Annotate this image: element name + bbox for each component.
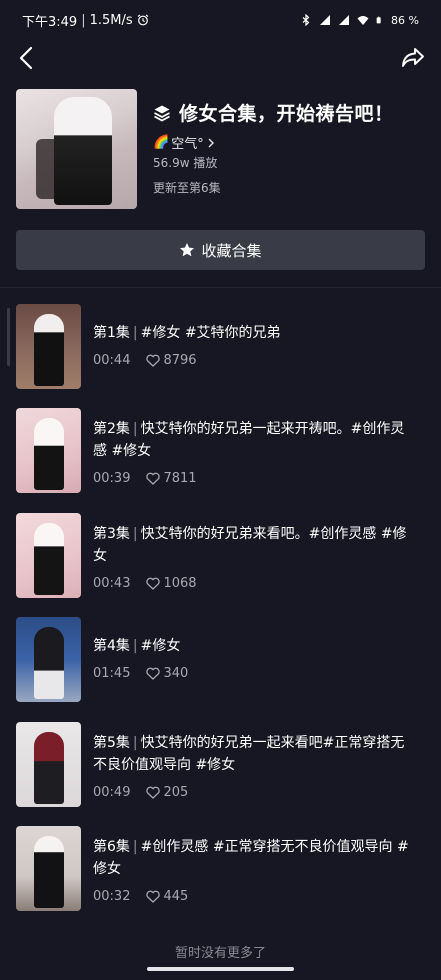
episode-title: 第6集 | #创作灵感 #正常穿搭无不良价值观导向 #修女 (93, 839, 409, 877)
episode-item[interactable]: 第6集 | #创作灵感 #正常穿搭无不良价值观导向 #修女 00:32 445 (16, 826, 416, 912)
episode-duration: 00:49 (93, 785, 131, 800)
episode-title: 第1集 | #修女 #艾特你的兄弟 (93, 325, 281, 341)
episode-duration: 00:39 (93, 471, 131, 486)
episode-meta: 00:43 1068 (93, 576, 197, 591)
share-icon (402, 48, 424, 67)
episode-meta: 00:32 445 (93, 889, 188, 904)
layers-icon (154, 105, 170, 122)
update-status: 更新至第6集 (153, 181, 221, 195)
status-right: 86 % (300, 14, 419, 27)
episode-likes: 8796 (146, 353, 197, 368)
signal-icon (320, 15, 331, 25)
status-time: 下午3:49 (22, 14, 78, 30)
heart-icon (146, 890, 161, 903)
collection-header: 修女合集，开始祷告吧！ 🌈 空气° 56.9w 播放 更新至第6集 (16, 89, 425, 209)
episode-title: 第2集 | 快艾特你的好兄弟一起来开祷吧。#创作灵感 #修女 (93, 421, 405, 459)
episode-duration: 00:32 (93, 889, 131, 904)
collection-cover[interactable] (16, 89, 137, 209)
collection-title: 修女合集，开始祷告吧！ (179, 103, 394, 125)
author-name: 空气° (171, 137, 204, 152)
episode-likes: 445 (146, 889, 188, 904)
episode-meta: 00:44 8796 (93, 353, 197, 368)
heart-icon (146, 577, 161, 590)
no-more-text: 暂时没有更多了 (174, 946, 266, 961)
episode-thumbnail (16, 408, 81, 493)
episode-thumbnail (16, 513, 81, 598)
status-left: 下午3:49 | 1.5M/s (22, 11, 149, 30)
episode-thumbnail (16, 304, 81, 389)
heart-icon (146, 354, 161, 367)
signal-icon-2 (339, 15, 350, 25)
episode-item[interactable]: 第5集 | 快艾特你的好兄弟一起来看吧#正常穿搭无不良价值观导向 #修女 00:49… (16, 722, 416, 808)
episode-likes: 340 (146, 666, 188, 681)
star-icon (180, 243, 195, 257)
episode-title: 第5集 | 快艾特你的好兄弟一起来看吧#正常穿搭无不良价值观导向 #修女 (93, 735, 405, 773)
episode-item[interactable]: 第4集 | #修女 01:45 340 (16, 617, 416, 703)
battery-icon (376, 16, 381, 24)
status-bar: 下午3:49 | 1.5M/s 86 % (0, 0, 441, 40)
heart-icon (146, 667, 161, 680)
chevron-right-icon (208, 138, 214, 147)
episode-meta: 01:45 340 (93, 666, 188, 681)
episode-duration: 01:45 (93, 666, 131, 681)
episode-thumbnail (16, 617, 81, 702)
author-link[interactable]: 🌈 空气° (153, 133, 216, 152)
back-button[interactable] (14, 44, 38, 72)
episode-item[interactable]: 第1集 | #修女 #艾特你的兄弟 00:44 8796 (16, 304, 416, 390)
heart-icon (146, 786, 161, 799)
alarm-icon (137, 14, 148, 26)
author-emoji: 🌈 (153, 135, 170, 150)
episode-meta: 00:49 205 (93, 785, 188, 800)
episode-thumbnail (16, 722, 81, 807)
episode-thumbnail (16, 826, 81, 911)
play-count: 56.9w 播放 (153, 156, 218, 170)
divider (0, 287, 441, 288)
episode-likes: 1068 (146, 576, 197, 591)
home-indicator[interactable] (147, 967, 294, 971)
episode-likes: 205 (146, 785, 188, 800)
collect-button[interactable]: 收藏合集 (16, 230, 425, 270)
episode-duration: 00:44 (93, 353, 131, 368)
episode-meta: 00:39 7811 (93, 471, 197, 486)
episode-duration: 00:43 (93, 576, 131, 591)
wifi-icon (357, 16, 369, 25)
nav-bar (0, 40, 441, 78)
status-separator: | (81, 12, 86, 28)
network-speed: 1.5M/s (89, 12, 133, 28)
title-row: 修女合集，开始祷告吧！ (153, 99, 394, 126)
episode-title: 第4集 | #修女 (93, 638, 181, 654)
current-episode-indicator (7, 308, 10, 366)
share-button[interactable] (399, 44, 427, 72)
back-icon (19, 46, 33, 70)
cover-figure (54, 97, 112, 205)
episode-item[interactable]: 第3集 | 快艾特你的好兄弟来看吧。#创作灵感 #修女 00:43 1068 (16, 513, 416, 599)
episode-title: 第3集 | 快艾特你的好兄弟来看吧。#创作灵感 #修女 (93, 526, 407, 564)
bluetooth-icon (302, 14, 310, 26)
battery-percent: 86 % (391, 13, 419, 27)
heart-icon (146, 472, 161, 485)
episode-likes: 7811 (146, 471, 197, 486)
episode-item[interactable]: 第2集 | 快艾特你的好兄弟一起来开祷吧。#创作灵感 #修女 00:39 7811 (16, 408, 416, 494)
collect-label: 收藏合集 (201, 241, 262, 260)
